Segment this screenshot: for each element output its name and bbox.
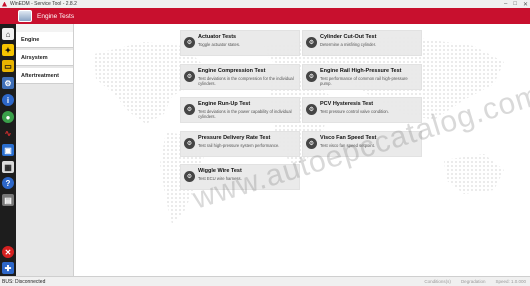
test-tile-cylinder-cut-out[interactable]: ⚙ Cylinder Cut-Out Test Determine a misf… (302, 30, 422, 56)
test-description: Test performance of common rail high-pre… (320, 75, 408, 86)
test-tile-rail-high-pressure[interactable]: ⚙ Engine Rail High-Pressure Test Test pe… (302, 63, 422, 90)
test-title: Pressure Delivery Rate Test (198, 134, 271, 141)
info-icon[interactable]: i (2, 94, 14, 106)
test-description: Test deviations in the power capability … (198, 109, 292, 120)
nav-item-label: Airsystem (21, 54, 48, 61)
test-tile-pcv-hysteresis[interactable]: ⚙ PCV Hysteresis Test Test pressure cont… (302, 97, 422, 124)
network-icon[interactable]: ✦ (2, 44, 14, 56)
compression-icon: ⚙ (184, 70, 195, 82)
nav-item-aftertreatment[interactable]: Aftertreatment (16, 68, 73, 84)
test-title: Actuator Tests (198, 34, 237, 40)
run-up-icon: ⚙ (184, 104, 195, 116)
rail-pressure-icon: ⚙ (306, 70, 317, 82)
status-indicators: Conditions(s) Degradation Speed: 1.0.000 (424, 279, 526, 284)
test-description: Test deviations in the compression for t… (198, 75, 294, 86)
actuator-icon: ⚙ (184, 37, 195, 48)
test-description: Determine a misfiring cylinder. (320, 42, 377, 47)
engine-icon[interactable]: ⚙ (2, 77, 14, 89)
pcv-icon: ⚙ (306, 104, 317, 116)
test-tile-run-up[interactable]: ⚙ Engine Run-Up Test Test deviations in … (180, 97, 300, 124)
waveform-icon[interactable]: ∿ (2, 127, 14, 139)
test-title: Visco Fan Speed Test (320, 134, 377, 141)
maximize-button[interactable]: □ (513, 1, 517, 7)
folder-icon[interactable]: ▭ (2, 60, 14, 72)
test-description: Test rail high-pressure system performan… (198, 142, 280, 148)
engine-tests-icon (18, 10, 32, 22)
minimize-button[interactable]: – (504, 1, 507, 7)
test-title: Engine Run-Up Test (198, 101, 251, 108)
close-icon[interactable]: ✕ (2, 246, 14, 258)
test-tile-compression[interactable]: ⚙ Engine Compression Test Test deviation… (180, 63, 300, 90)
close-window-button[interactable]: ✕ (523, 1, 528, 8)
test-tile-actuator[interactable]: ⚙ Actuator Tests Toggle actuator states. (180, 30, 300, 56)
puzzle-icon[interactable]: ✚ (2, 262, 14, 274)
monitor-icon[interactable]: ▣ (2, 144, 14, 156)
calculator-icon[interactable]: ▦ (2, 161, 14, 173)
pressure-delivery-icon: ⚙ (184, 137, 195, 149)
window-title: WinEDM - Service Tool - 2.8.2 (10, 1, 77, 7)
category-nav: Engine Airsystem Aftertreatment (16, 24, 74, 276)
window-controls: – □ ✕ (504, 0, 528, 8)
test-description: Toggle actuator states. (198, 42, 241, 47)
test-title: Engine Rail High-Pressure Test (320, 67, 402, 74)
nav-item-engine[interactable]: Engine (16, 32, 73, 48)
conditions-status: Conditions(s) (424, 279, 451, 284)
test-title: Cylinder Cut-Out Test (320, 34, 377, 40)
wire-icon: ⚙ (184, 171, 195, 183)
speed-status: Speed: 1.0.000 (495, 279, 526, 284)
cylinder-icon: ⚙ (306, 37, 317, 48)
test-tile-wiggle-wire[interactable]: ⚙ Wiggle Wire Test Test ECU wire harness… (180, 164, 300, 191)
nav-item-label: Aftertreatment (21, 72, 59, 79)
fan-icon: ⚙ (306, 137, 317, 149)
page-header: Engine Tests (0, 8, 530, 24)
diagnostic-icon[interactable]: ● (2, 111, 14, 123)
nav-item-label: Engine (21, 36, 40, 43)
page-title: Engine Tests (37, 12, 75, 20)
test-tile-pressure-delivery-rate[interactable]: ⚙ Pressure Delivery Rate Test Test rail … (180, 130, 300, 157)
nav-item-airsystem[interactable]: Airsystem (16, 50, 73, 66)
test-title: Wiggle Wire Test (198, 168, 242, 175)
save-icon[interactable]: ▤ (2, 194, 14, 206)
engine-tests-grid: ⚙ Actuator Tests Toggle actuator states.… (180, 30, 422, 196)
help-icon[interactable]: ? (2, 177, 14, 189)
test-description: Test ECU wire harness. (198, 176, 242, 182)
test-description: Test pressure control valve condition. (320, 109, 389, 115)
test-title: Engine Compression Test (198, 67, 266, 74)
app-logo-icon (2, 1, 7, 7)
test-title: PCV Hysteresis Test (320, 101, 374, 108)
connection-status: BUS: Disconnected (2, 278, 46, 285)
degradation-status: Degradation (460, 279, 486, 284)
main-content: ⚙ Actuator Tests Toggle actuator states.… (74, 24, 530, 276)
test-description: Test visco fan speed setpoint. (320, 142, 375, 148)
test-tile-visco-fan-speed[interactable]: ⚙ Visco Fan Speed Test Test visco fan sp… (302, 130, 422, 157)
left-toolbar: ⌂ ✦ ▭ ⚙ i ● ∿ ▣ ▦ ? ▤ ✕ ✚ (0, 24, 16, 276)
home-icon[interactable]: ⌂ (2, 28, 14, 40)
